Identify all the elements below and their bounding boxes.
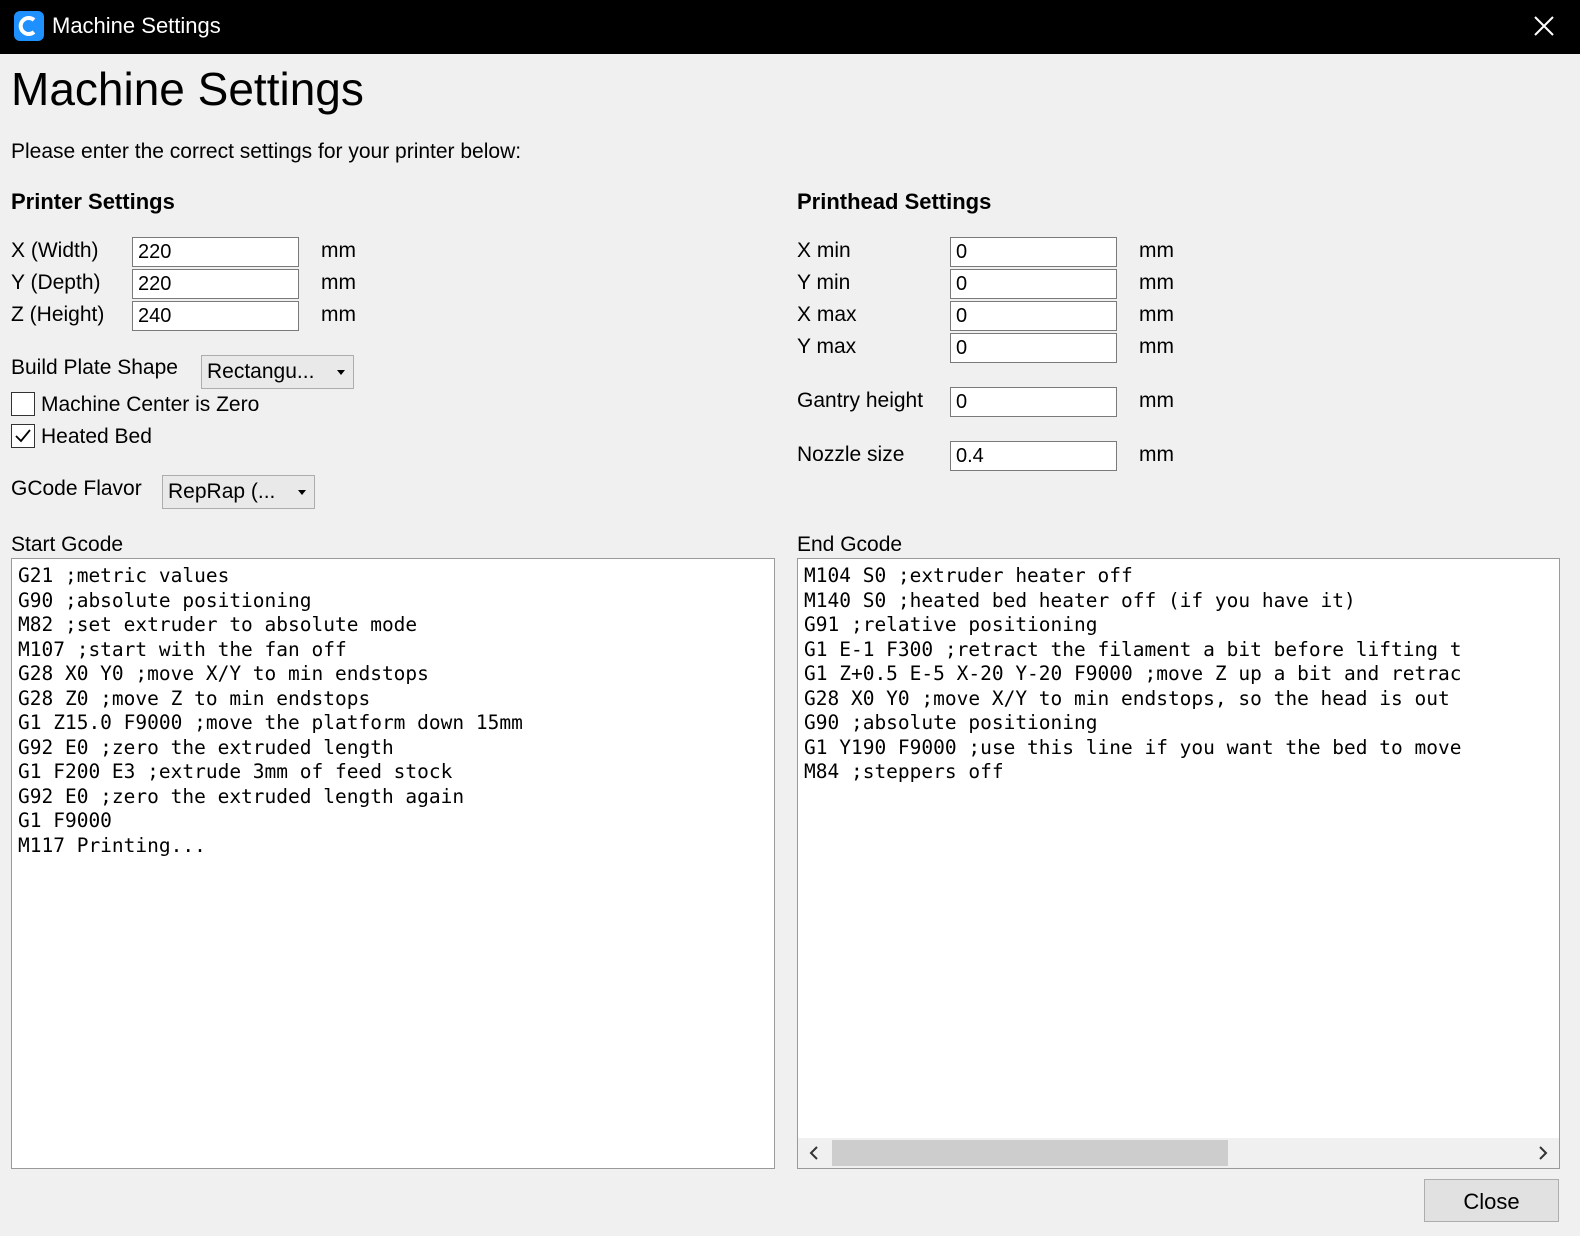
code-line: M84 ;steppers off xyxy=(804,760,1004,783)
x-max-input[interactable]: 0 xyxy=(950,301,1117,331)
y-min-label: Y min xyxy=(797,271,851,294)
chevron-down-icon xyxy=(298,490,306,495)
code-line: G90 ;absolute positioning xyxy=(804,711,1098,734)
x-min-unit: mm xyxy=(1139,239,1174,262)
x-min-input[interactable]: 0 xyxy=(950,237,1117,267)
code-line: G1 Z15.0 F9000 ;move the platform down 1… xyxy=(18,711,523,734)
start-gcode-editor[interactable]: G21 ;metric values G90 ;absolute positio… xyxy=(11,558,775,1169)
build-plate-shape-value: Rectangu... xyxy=(207,360,315,383)
page-title: Machine Settings xyxy=(11,63,364,115)
y-max-input[interactable]: 0 xyxy=(950,333,1117,363)
code-line: G1 Y190 F9000 ;use this line if you want… xyxy=(804,735,1462,759)
y-max-label: Y max xyxy=(797,335,857,358)
code-line: M107 ;start with the fan off xyxy=(18,637,347,661)
x-width-unit: mm xyxy=(321,239,356,262)
code-line: G92 E0 ;zero the extruded length xyxy=(18,735,394,759)
machine-center-zero-checkbox[interactable] xyxy=(11,392,35,416)
code-line: G28 X0 Y0 ;move X/Y to min endstops, so … xyxy=(804,686,1450,710)
horizontal-scrollbar[interactable] xyxy=(798,1138,1559,1168)
end-gcode-label: End Gcode xyxy=(797,533,903,556)
window-title: Machine Settings xyxy=(52,13,221,38)
build-plate-shape-dropdown[interactable]: Rectangu... xyxy=(201,355,354,389)
cura-logo-icon xyxy=(14,11,44,41)
z-height-unit: mm xyxy=(321,303,356,326)
y-depth-label: Y (Depth) xyxy=(11,271,101,294)
code-line: G92 E0 ;zero the extruded length again xyxy=(18,784,465,808)
code-line: G28 X0 Y0 ;move X/Y to min endstops xyxy=(18,662,429,685)
x-min-label: X min xyxy=(797,239,851,262)
gantry-height-unit: mm xyxy=(1139,389,1174,412)
x-max-unit: mm xyxy=(1139,303,1174,326)
chevron-down-icon xyxy=(337,370,345,375)
code-line: M140 S0 ;heated bed heater off (if you h… xyxy=(804,588,1356,612)
nozzle-size-label: Nozzle size xyxy=(797,443,905,466)
z-height-input[interactable]: 240 xyxy=(132,301,299,331)
y-depth-input[interactable]: 220 xyxy=(132,269,299,299)
chevron-right-icon[interactable] xyxy=(1533,1143,1553,1163)
gcode-flavor-value: RepRap (... xyxy=(168,480,276,503)
machine-center-zero-label: Machine Center is Zero xyxy=(41,393,260,416)
y-min-unit: mm xyxy=(1139,271,1174,294)
title-bar: Machine Settings xyxy=(0,0,1580,54)
code-line: G91 ;relative positioning xyxy=(804,613,1098,636)
z-height-label: Z (Height) xyxy=(11,303,105,326)
gcode-flavor-dropdown[interactable]: RepRap (... xyxy=(162,475,315,509)
close-button[interactable]: Close xyxy=(1424,1179,1559,1222)
code-line: G28 Z0 ;move Z to min endstops xyxy=(18,686,371,710)
nozzle-size-unit: mm xyxy=(1139,443,1174,466)
code-line: M117 Printing... xyxy=(18,833,206,857)
y-min-input[interactable]: 0 xyxy=(950,269,1117,299)
x-width-label: X (Width) xyxy=(11,239,99,262)
gantry-height-input[interactable]: 0 xyxy=(950,387,1117,417)
code-line: G90 ;absolute positioning xyxy=(18,588,312,612)
y-depth-unit: mm xyxy=(321,271,356,294)
checkmark-icon xyxy=(15,429,31,443)
heated-bed-label: Heated Bed xyxy=(41,425,152,448)
gcode-flavor-label: GCode Flavor xyxy=(11,477,142,500)
code-line: G1 F9000 xyxy=(18,809,112,832)
code-line: G1 E-1 F300 ;retract the filament a bit … xyxy=(804,637,1462,661)
start-gcode-label: Start Gcode xyxy=(11,533,124,556)
x-width-input[interactable]: 220 xyxy=(132,237,299,267)
printhead-settings-title: Printhead Settings xyxy=(797,189,992,214)
heated-bed-checkbox[interactable] xyxy=(11,424,35,448)
x-max-label: X max xyxy=(797,303,857,326)
build-plate-shape-label: Build Plate Shape xyxy=(11,356,178,379)
code-line: G1 F200 E3 ;extrude 3mm of feed stock xyxy=(18,760,453,783)
printer-settings-title: Printer Settings xyxy=(11,189,175,214)
intro-text: Please enter the correct settings for yo… xyxy=(11,140,522,163)
code-line: G21 ;metric values xyxy=(18,564,230,587)
code-line: G1 Z+0.5 E-5 X-20 Y-20 F9000 ;move Z up … xyxy=(804,662,1462,685)
code-line: M104 S0 ;extruder heater off xyxy=(804,564,1133,587)
close-icon[interactable] xyxy=(1530,12,1558,40)
nozzle-size-input[interactable]: 0.4 xyxy=(950,441,1117,471)
code-line: M82 ;set extruder to absolute mode xyxy=(18,613,418,636)
y-max-unit: mm xyxy=(1139,335,1174,358)
gantry-height-label: Gantry height xyxy=(797,389,924,412)
end-gcode-editor[interactable]: M104 S0 ;extruder heater off M140 S0 ;he… xyxy=(797,558,1560,1169)
chevron-left-icon[interactable] xyxy=(804,1143,824,1163)
scrollbar-thumb[interactable] xyxy=(832,1140,1228,1166)
